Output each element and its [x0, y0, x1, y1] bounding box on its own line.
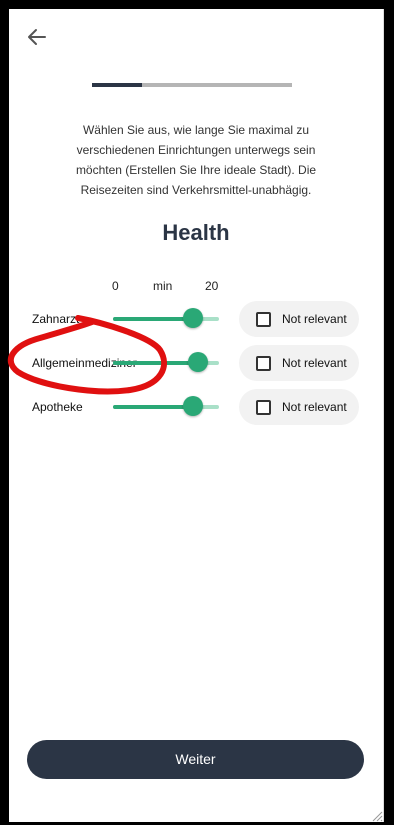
progress-fill: [92, 83, 142, 87]
resize-grip-icon[interactable]: [369, 808, 383, 822]
not-relevant-toggle-apotheke[interactable]: Not relevant: [239, 389, 359, 425]
row-label-zahnarzt: Zahnarzt: [32, 312, 80, 326]
scale-max-label: 20: [205, 279, 219, 293]
slider-fill: [113, 317, 193, 321]
progress-bar: [92, 83, 292, 87]
not-relevant-label: Not relevant: [282, 312, 347, 326]
intro-text: Wählen Sie aus, wie lange Sie maximal zu…: [75, 123, 317, 197]
slider-fill: [113, 405, 193, 409]
app-frame: Wählen Sie aus, wie lange Sie maximal zu…: [9, 9, 384, 822]
section-title: Health: [162, 220, 230, 245]
slider-zahnarzt[interactable]: [113, 308, 219, 330]
slider-thumb[interactable]: [182, 308, 203, 328]
next-button[interactable]: Weiter: [27, 740, 364, 779]
slider-thumb[interactable]: [182, 396, 203, 416]
slider-allgemeinmediziner[interactable]: [113, 352, 219, 374]
slider-thumb[interactable]: [187, 352, 208, 372]
scale-min-label: 0: [112, 279, 119, 293]
checkbox-icon[interactable]: [256, 312, 271, 327]
slider-fill: [113, 361, 198, 365]
checkbox-icon[interactable]: [256, 400, 271, 415]
not-relevant-toggle-allgemeinmediziner[interactable]: Not relevant: [239, 345, 359, 381]
arrow-left-icon[interactable]: [25, 25, 49, 49]
not-relevant-label: Not relevant: [282, 400, 347, 414]
slider-apotheke[interactable]: [113, 396, 219, 418]
row-label-apotheke: Apotheke: [32, 400, 83, 414]
not-relevant-toggle-zahnarzt[interactable]: Not relevant: [239, 301, 359, 337]
checkbox-icon[interactable]: [256, 356, 271, 371]
not-relevant-label: Not relevant: [282, 356, 347, 370]
scale-unit-label: min: [153, 279, 173, 293]
